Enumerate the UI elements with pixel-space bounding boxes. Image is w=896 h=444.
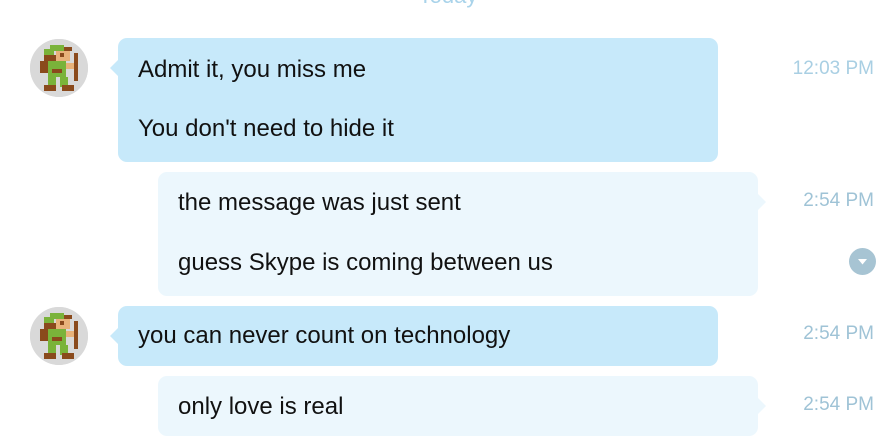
bubble-tail: [758, 194, 766, 210]
message-timestamp: 2:54 PM: [803, 323, 874, 344]
contact-avatar[interactable]: [30, 39, 88, 97]
chevron-down-icon: [858, 259, 867, 265]
chat-conversation: Today Admit it, you miss me You don't ne…: [0, 0, 896, 444]
message-bubble-incoming[interactable]: you can never count on technology: [110, 306, 718, 366]
message-text: You don't need to hide it: [138, 115, 394, 142]
bubble-tail: [110, 60, 118, 76]
message-text: you can never count on technology: [138, 322, 511, 349]
message-timestamp: 2:54 PM: [803, 394, 874, 415]
message-bubble-outgoing[interactable]: only love is real: [158, 376, 766, 436]
message-text: the message was just sent: [178, 189, 461, 216]
message-timestamp: 2:54 PM: [803, 190, 874, 211]
message-text: only love is real: [178, 393, 344, 420]
contact-avatar[interactable]: [30, 307, 88, 365]
bubble-tail: [110, 328, 118, 344]
bubble-tail: [758, 398, 766, 414]
message-text: guess Skype is coming between us: [178, 249, 553, 276]
message-options-button[interactable]: [849, 248, 876, 275]
pixel-character-avatar-icon: [30, 307, 88, 365]
pixel-character-avatar-icon: [30, 39, 88, 97]
day-separator: Today: [0, 0, 896, 9]
message-bubble-incoming[interactable]: Admit it, you miss me You don't need to …: [110, 38, 718, 162]
message-text: Admit it, you miss me: [138, 56, 367, 83]
message-timestamp: 12:03 PM: [792, 58, 874, 79]
message-bubble-outgoing[interactable]: the message was just sent guess Skype is…: [158, 172, 766, 296]
